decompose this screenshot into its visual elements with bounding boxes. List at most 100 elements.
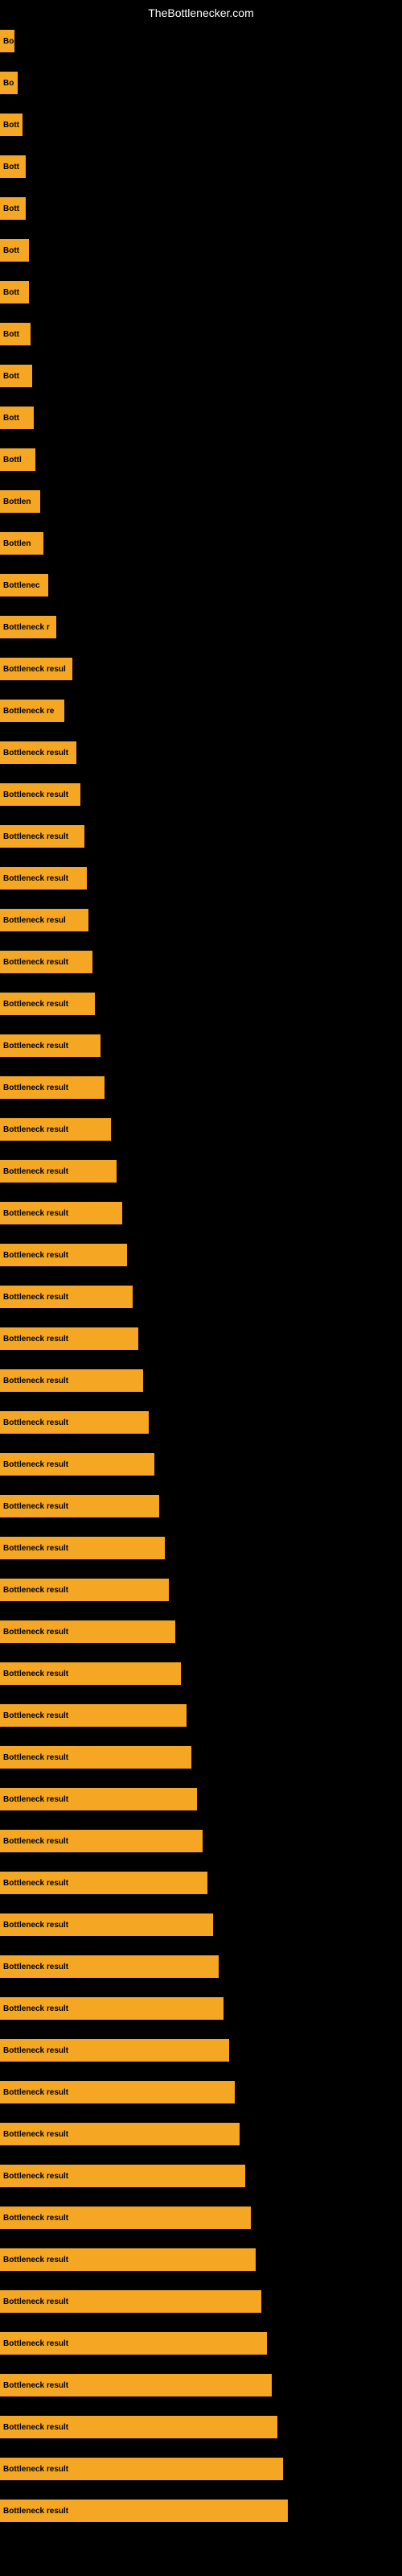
bar-11: Bottlen xyxy=(0,490,40,513)
bar-41: Bottleneck result xyxy=(0,1746,191,1769)
site-title: TheBottlenecker.com xyxy=(0,0,402,23)
bar-label-9: Bott xyxy=(3,414,19,423)
bar-row: Bottleneck result xyxy=(0,857,402,899)
bar-label-12: Bottlen xyxy=(3,539,31,548)
bar-label-21: Bottleneck resul xyxy=(3,916,66,925)
bar-row: Bottleneck result xyxy=(0,815,402,857)
bar-21: Bottleneck resul xyxy=(0,909,88,931)
bar-54: Bottleneck result xyxy=(0,2290,261,2313)
bar-label-36: Bottleneck result xyxy=(3,1544,68,1553)
bar-label-46: Bottleneck result xyxy=(3,1963,68,1971)
bar-row: Bottleneck result xyxy=(0,774,402,815)
bar-label-55: Bottleneck result xyxy=(3,2339,68,2348)
bar-24: Bottleneck result xyxy=(0,1034,100,1057)
bar-label-39: Bottleneck result xyxy=(3,1670,68,1678)
bar-20: Bottleneck result xyxy=(0,867,87,890)
bar-label-25: Bottleneck result xyxy=(3,1084,68,1092)
bar-30: Bottleneck result xyxy=(0,1286,133,1308)
bar-22: Bottleneck result xyxy=(0,951,92,973)
bar-row: Bottleneck result xyxy=(0,1736,402,1778)
bar-45: Bottleneck result xyxy=(0,1913,213,1936)
bar-label-53: Bottleneck result xyxy=(3,2256,68,2264)
bar-row: Bo xyxy=(0,62,402,104)
bar-59: Bottleneck result xyxy=(0,2500,288,2522)
bar-label-31: Bottleneck result xyxy=(3,1335,68,1344)
bar-53: Bottleneck result xyxy=(0,2248,256,2271)
bar-2: Bott xyxy=(0,114,23,136)
bar-row: Bottleneck result xyxy=(0,2490,402,2532)
bar-label-7: Bott xyxy=(3,330,19,339)
bar-label-11: Bottlen xyxy=(3,497,31,506)
bar-label-43: Bottleneck result xyxy=(3,1837,68,1846)
bar-row: Bott xyxy=(0,313,402,355)
bar-row: Bottleneck result xyxy=(0,1778,402,1820)
bar-label-18: Bottleneck result xyxy=(3,791,68,799)
bar-label-29: Bottleneck result xyxy=(3,1251,68,1260)
bar-row: Bottleneck result xyxy=(0,2029,402,2071)
bar-38: Bottleneck result xyxy=(0,1620,175,1643)
bar-label-15: Bottleneck resul xyxy=(3,665,66,674)
bar-row: Bott xyxy=(0,188,402,229)
bar-label-4: Bott xyxy=(3,204,19,213)
bar-label-54: Bottleneck result xyxy=(3,2297,68,2306)
bar-label-1: Bo xyxy=(3,79,14,88)
bar-10: Bottl xyxy=(0,448,35,471)
bar-label-49: Bottleneck result xyxy=(3,2088,68,2097)
bar-label-0: Bo xyxy=(3,37,14,46)
bar-label-30: Bottleneck result xyxy=(3,1293,68,1302)
bar-14: Bottleneck r xyxy=(0,616,56,638)
bar-label-51: Bottleneck result xyxy=(3,2172,68,2181)
bar-row: Bottleneck result xyxy=(0,1695,402,1736)
bar-row: Bottleneck result xyxy=(0,1402,402,1443)
bar-row: Bottleneck result xyxy=(0,1527,402,1569)
bar-40: Bottleneck result xyxy=(0,1704,187,1727)
bar-row: Bott xyxy=(0,146,402,188)
bar-label-58: Bottleneck result xyxy=(3,2465,68,2474)
bar-row: Bottlen xyxy=(0,481,402,522)
bar-label-57: Bottleneck result xyxy=(3,2423,68,2432)
bar-label-40: Bottleneck result xyxy=(3,1711,68,1720)
bar-label-50: Bottleneck result xyxy=(3,2130,68,2139)
bar-row: Bottleneck result xyxy=(0,2364,402,2406)
bar-label-8: Bott xyxy=(3,372,19,381)
bar-label-42: Bottleneck result xyxy=(3,1795,68,1804)
bar-4: Bott xyxy=(0,197,26,220)
bar-50: Bottleneck result xyxy=(0,2123,240,2145)
bar-row: Bottleneck result xyxy=(0,1988,402,2029)
bar-label-41: Bottleneck result xyxy=(3,1753,68,1762)
bar-row: Bott xyxy=(0,355,402,397)
bar-0: Bo xyxy=(0,30,14,52)
bar-row: Bottleneck result xyxy=(0,1192,402,1234)
bar-row: Bottleneck result xyxy=(0,1862,402,1904)
bar-12: Bottlen xyxy=(0,532,43,555)
bar-label-59: Bottleneck result xyxy=(3,2507,68,2516)
bar-label-13: Bottlenec xyxy=(3,581,40,590)
bar-label-23: Bottleneck result xyxy=(3,1000,68,1009)
bar-42: Bottleneck result xyxy=(0,1788,197,1810)
bar-label-20: Bottleneck result xyxy=(3,874,68,883)
bar-label-6: Bott xyxy=(3,288,19,297)
bar-row: Bottleneck result xyxy=(0,1904,402,1946)
bar-label-5: Bott xyxy=(3,246,19,255)
bar-34: Bottleneck result xyxy=(0,1453,154,1476)
bar-33: Bottleneck result xyxy=(0,1411,149,1434)
bar-row: Bottleneck result xyxy=(0,1653,402,1695)
bar-row: Bottleneck resul xyxy=(0,899,402,941)
bar-label-26: Bottleneck result xyxy=(3,1125,68,1134)
bar-3: Bott xyxy=(0,155,26,178)
bar-label-32: Bottleneck result xyxy=(3,1377,68,1385)
bar-49: Bottleneck result xyxy=(0,2081,235,2103)
bar-row: Bottleneck result xyxy=(0,2239,402,2281)
bar-16: Bottleneck re xyxy=(0,700,64,722)
bar-5: Bott xyxy=(0,239,29,262)
bar-row: Bott xyxy=(0,104,402,146)
bar-label-22: Bottleneck result xyxy=(3,958,68,967)
bar-48: Bottleneck result xyxy=(0,2039,229,2062)
bar-row: Bottleneck result xyxy=(0,2406,402,2448)
bar-label-34: Bottleneck result xyxy=(3,1460,68,1469)
bar-row: Bottleneck result xyxy=(0,1318,402,1360)
bar-27: Bottleneck result xyxy=(0,1160,117,1183)
bar-row: Bottleneck r xyxy=(0,606,402,648)
bar-label-37: Bottleneck result xyxy=(3,1586,68,1595)
bar-58: Bottleneck result xyxy=(0,2458,283,2480)
